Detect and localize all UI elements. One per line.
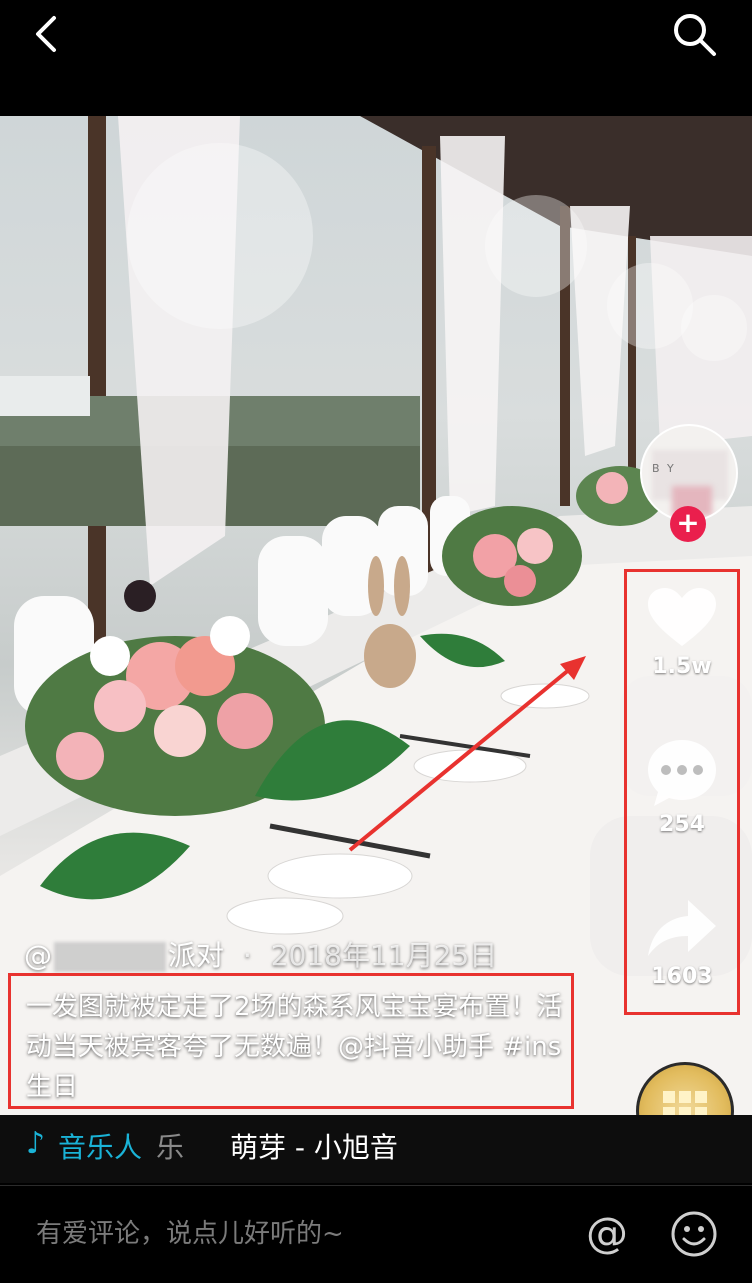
author-name-redacted bbox=[54, 942, 166, 972]
post-date: 2018年11月25日 bbox=[270, 939, 498, 972]
mention-button[interactable]: @ bbox=[583, 1210, 631, 1258]
video-caption[interactable]: 一发图就被定走了2场的森系风宝宝宴布置！活动当天被宾客夸了无数遍！@抖音小助手 … bbox=[26, 987, 566, 1107]
music-title[interactable]: 萌芽 - 小旭音 bbox=[230, 1126, 398, 1166]
share-count: 1603 bbox=[651, 964, 713, 989]
avatar-logo-text: B Y bbox=[652, 462, 676, 475]
chevron-left-icon bbox=[36, 16, 56, 52]
heart-icon bbox=[648, 588, 716, 646]
post-date-separator: · bbox=[234, 939, 261, 972]
comment-button[interactable]: 254 bbox=[624, 738, 740, 837]
author-name: 派对 bbox=[168, 939, 225, 972]
comment-count: 254 bbox=[659, 812, 705, 837]
like-count: 1.5w bbox=[652, 654, 712, 679]
music-artist-scroll: 乐 bbox=[156, 1131, 185, 1164]
author-at: @ bbox=[24, 939, 52, 972]
share-button[interactable]: 1603 bbox=[624, 896, 740, 989]
comment-bubble-icon bbox=[648, 740, 716, 806]
search-icon bbox=[674, 14, 716, 56]
music-artist[interactable]: 音乐人 bbox=[58, 1126, 142, 1166]
share-arrow-icon bbox=[648, 900, 716, 956]
search-button[interactable] bbox=[670, 10, 722, 58]
music-note-icon: ♪ bbox=[26, 1126, 46, 1161]
back-button[interactable] bbox=[28, 10, 68, 58]
top-bar bbox=[0, 0, 752, 116]
follow-button[interactable]: + bbox=[670, 506, 706, 542]
like-button[interactable]: 1.5w bbox=[624, 586, 740, 679]
emoji-button[interactable] bbox=[670, 1210, 718, 1258]
author-line[interactable]: @ 派对 · 2018年11月25日 bbox=[24, 934, 497, 974]
smiley-icon bbox=[671, 1211, 717, 1257]
comment-input[interactable] bbox=[36, 1214, 536, 1254]
